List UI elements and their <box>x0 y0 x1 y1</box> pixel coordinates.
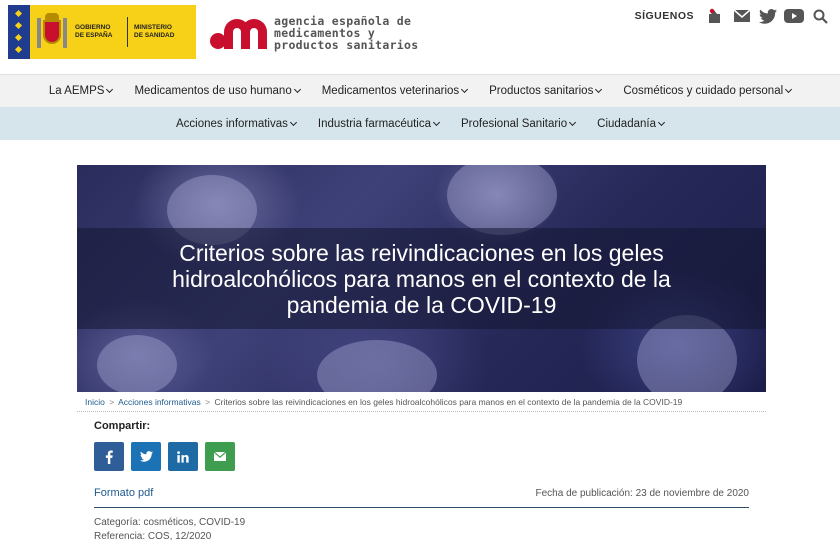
follow-label: SÍGUENOS <box>634 10 694 22</box>
social-follow: SÍGUENOS <box>635 8 830 24</box>
page-title: Criterios sobre las reivindicaciones en … <box>172 239 671 318</box>
nav-item-cosmeticos[interactable]: Cosméticos y cuidado personal <box>623 85 793 97</box>
nav-item-la-aemps[interactable]: La AEMPS <box>49 85 114 97</box>
share-linkedin-button[interactable] <box>168 442 198 471</box>
aemps-logo-icon <box>210 15 268 51</box>
site-header: GOBIERNO DE ESPAÑA MINISTERIO DE SANIDAD… <box>0 0 840 74</box>
agency-logo[interactable]: agencia española de medicamentos y produ… <box>210 12 418 54</box>
chevron-down-icon <box>595 85 603 94</box>
agency-name: agencia española de medicamentos y produ… <box>274 14 419 52</box>
article-reference: Referencia: COS, 12/2020 <box>94 531 212 542</box>
nav-item-acciones-informativas[interactable]: Acciones informativas <box>176 118 297 130</box>
share-twitter-button[interactable] <box>131 442 161 471</box>
primary-nav: La AEMPS Medicamentos de uso humano Medi… <box>0 74 840 107</box>
chevron-down-icon <box>289 118 297 126</box>
mail-icon[interactable] <box>732 8 752 24</box>
chevron-down-icon <box>461 85 469 94</box>
breadcrumb-home-link[interactable]: Inicio <box>85 397 105 407</box>
search-icon[interactable] <box>810 8 830 24</box>
eu-flag-strip <box>8 5 30 59</box>
pdf-download-link[interactable]: Formato pdf <box>94 487 153 499</box>
breadcrumb-section-link[interactable]: Acciones informativas <box>118 397 201 407</box>
facebook-icon <box>105 450 113 464</box>
twitter-icon[interactable] <box>758 8 778 24</box>
coat-of-arms-icon <box>37 12 67 52</box>
hero-title-band: Criterios sobre las reivindicaciones en … <box>77 228 766 329</box>
share-label: Compartir: <box>94 420 151 432</box>
chevron-down-icon <box>432 118 441 126</box>
chevron-down-icon <box>293 85 301 94</box>
nav-item-medicamentos-veterinarios[interactable]: Medicamentos veterinarios <box>322 85 469 97</box>
email-icon <box>214 452 226 461</box>
ministry-name: MINISTERIO DE SANIDAD <box>134 24 175 39</box>
share-buttons <box>94 442 235 471</box>
nav-item-industria-farmaceutica[interactable]: Industria farmacéutica <box>318 118 441 130</box>
nav-item-ciudadania[interactable]: Ciudadanía <box>597 118 666 130</box>
chevron-down-icon <box>657 118 666 126</box>
chevron-down-icon <box>785 85 793 94</box>
breadcrumb-current: Criterios sobre las reivindicaciones en … <box>214 397 683 407</box>
nav-item-profesional-sanitario[interactable]: Profesional Sanitario <box>461 118 577 130</box>
rss-icon[interactable] <box>706 8 726 24</box>
government-name: GOBIERNO DE ESPAÑA <box>75 24 113 39</box>
share-facebook-button[interactable] <box>94 442 124 471</box>
hero-banner: Criterios sobre las reivindicaciones en … <box>77 165 766 392</box>
breadcrumb-separator: > <box>109 397 115 407</box>
divider <box>94 507 749 508</box>
nav-item-productos-sanitarios[interactable]: Productos sanitarios <box>489 85 603 97</box>
share-email-button[interactable] <box>205 442 235 471</box>
breadcrumb: Inicio > Acciones informativas > Criteri… <box>77 392 766 412</box>
breadcrumb-separator: > <box>205 397 211 407</box>
chevron-down-icon <box>106 85 114 94</box>
youtube-icon[interactable] <box>784 8 804 24</box>
twitter-icon <box>139 451 153 462</box>
article-category: Categoría: cosméticos, COVID-19 <box>94 517 246 528</box>
nav-item-medicamentos-uso-humano[interactable]: Medicamentos de uso humano <box>134 85 301 97</box>
secondary-nav: Acciones informativas Industria farmacéu… <box>0 107 840 140</box>
publication-date: Fecha de publicación: 23 de noviembre de… <box>535 488 749 499</box>
linkedin-icon <box>177 450 189 463</box>
chevron-down-icon <box>569 118 577 126</box>
government-logo[interactable]: GOBIERNO DE ESPAÑA MINISTERIO DE SANIDAD <box>8 5 196 59</box>
